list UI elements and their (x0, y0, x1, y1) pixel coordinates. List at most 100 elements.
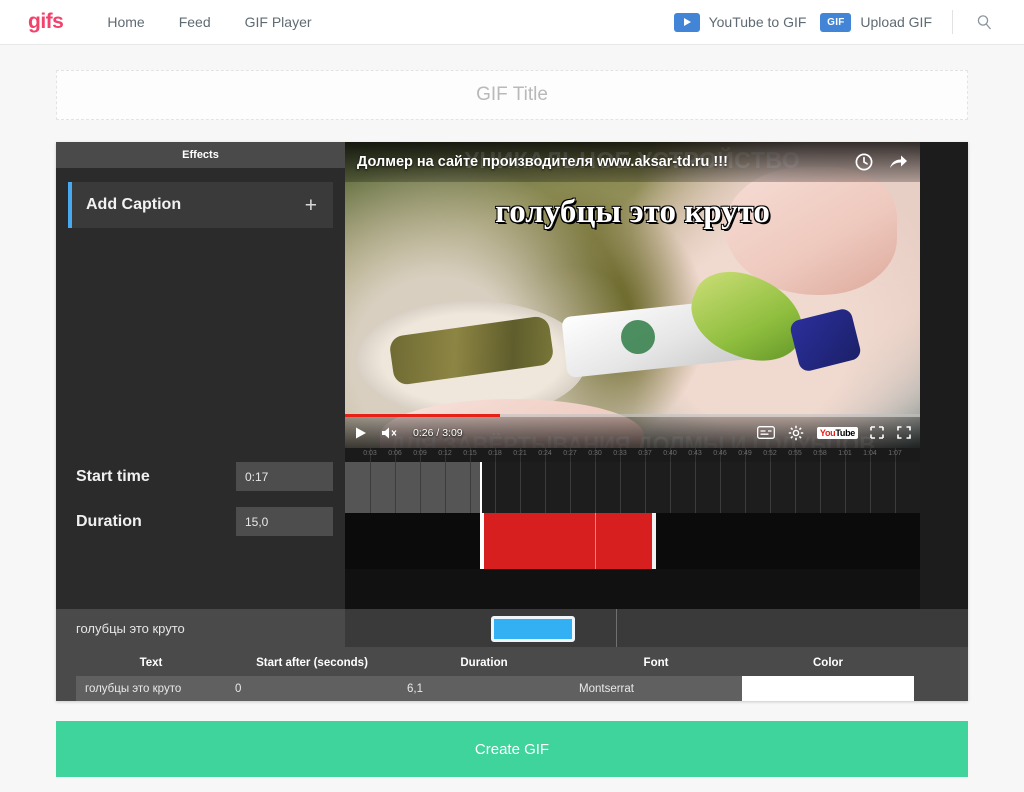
timeline-track-area[interactable]: 0:03 0:06 0:09 0:12 0:15 0:18 0:21 0:24 0:27 0:30… (345, 448, 920, 609)
timeline-grid-line (470, 462, 471, 514)
timeline-ruler: 0:03 0:06 0:09 0:12 0:15 0:18 0:21 0:24 0:27 0:30… (345, 448, 920, 463)
ruler-tick-label: 0:12 (438, 450, 452, 458)
caption-timeline-bar[interactable] (491, 616, 576, 642)
gif-title-input[interactable]: GIF Title (56, 70, 968, 120)
tab-effects[interactable]: Effects (56, 142, 345, 168)
caption-font-select[interactable]: Montserrat (570, 676, 742, 701)
video-overlay-title: Долмер на сайте производителя www.aksar-… (357, 154, 728, 170)
nav-link-gif-player[interactable]: GIF Player (245, 14, 312, 30)
ruler-tick-label: 1:01 (838, 450, 852, 458)
youtube-logo[interactable]: YouTube (816, 426, 858, 439)
nav-right-actions: YouTube to GIF GIF Upload GIF (673, 10, 996, 34)
upload-gif-button[interactable]: GIF Upload GIF (820, 12, 932, 32)
play-icon[interactable] (354, 426, 368, 440)
timeline-grid-line (370, 462, 371, 514)
youtube-logo-tube: Tube (835, 427, 855, 438)
video-controls: 0:26 / 3:09 YouTube (345, 414, 920, 449)
caption-color-swatch[interactable] (742, 676, 914, 701)
theater-mode-icon[interactable] (870, 426, 884, 440)
plus-icon: + (304, 193, 317, 217)
selection-handle-right[interactable] (651, 513, 656, 570)
youtube-logo-you: You (819, 427, 836, 438)
watch-later-icon[interactable] (855, 153, 873, 171)
timeline-grid-line (869, 462, 871, 514)
caption-fields: Text голубцы это круто Start after (seco… (56, 647, 968, 701)
editor-top-section: Effects Add Caption + Долмер на сайте пр… (56, 142, 968, 449)
caption-font-column: Font Montserrat (570, 657, 742, 701)
nav-divider (952, 10, 953, 34)
caption-editor: голубцы это круто ▲ Text голубцы это кру… (56, 609, 968, 701)
ruler-tick-label: 0:21 (513, 450, 527, 458)
ruler-tick-label: 0:33 (613, 450, 627, 458)
effects-list: Add Caption + (56, 168, 345, 448)
caption-start-after-column: Start after (seconds) 0 (226, 657, 398, 701)
ruler-tick-label: 0:15 (463, 450, 477, 458)
timeline-playhead[interactable] (480, 462, 483, 514)
youtube-play-icon (673, 12, 700, 32)
video-player[interactable]: УНИКАЛЬНОЕ УСТРОЙСТВО Долмер на сайте пр… (345, 142, 920, 449)
caption-text-input[interactable]: голубцы это круто (76, 676, 226, 701)
video-title-overlay: Долмер на сайте производителя www.aksar-… (345, 142, 920, 182)
caption-color-header: Color (812, 657, 844, 669)
timeline-track-selection[interactable] (345, 513, 920, 570)
create-gif-button[interactable]: Create GIF (56, 721, 968, 777)
caption-font-header: Font (643, 657, 669, 669)
timeline-grid-line (895, 462, 896, 514)
timeline-inactive-region (345, 462, 481, 514)
ruler-tick-label: 0:18 (488, 450, 502, 458)
caption-timeline-row[interactable] (345, 609, 968, 647)
page-body: GIF Title Effects Add Caption + Долмер н… (0, 70, 1024, 777)
timeline-grid-line (495, 462, 496, 514)
timeline-grid-line (420, 462, 421, 514)
ruler-tick-label: 0:58 (813, 450, 827, 458)
gif-title-placeholder: GIF Title (476, 84, 548, 105)
duration-input[interactable]: 15,0 (236, 507, 333, 537)
timeline-grid-line (645, 462, 646, 514)
video-time-display: 0:26 / 3:09 (413, 426, 463, 439)
timeline-grid-line (670, 462, 671, 514)
caption-header-text: голубцы это круто (76, 620, 185, 636)
timeline-zone: Start time 0:17 Duration 15,0 0:03 0:06 0:… (56, 448, 968, 609)
timeline-grid-line (620, 462, 621, 514)
timeline-secondary-marker (595, 513, 597, 570)
caption-color-column: Color (742, 657, 914, 701)
share-icon[interactable] (889, 153, 908, 171)
fullscreen-icon[interactable] (897, 426, 911, 440)
timeline-grid-line (695, 462, 696, 514)
start-time-field: Start time 0:17 (76, 462, 333, 492)
nav-link-home[interactable]: Home (107, 14, 144, 30)
gear-icon[interactable] (788, 425, 804, 441)
timeline-grid-line (395, 462, 396, 514)
timeline-grid-line (570, 462, 571, 514)
ruler-tick-label: 0:09 (413, 450, 427, 458)
timeline-settings: Start time 0:17 Duration 15,0 (56, 448, 345, 609)
caption-duration-input[interactable]: 6,1 (398, 676, 570, 701)
video-frame-image (345, 142, 920, 449)
timeline-grid-line (595, 462, 596, 514)
timeline-grid-line (445, 462, 446, 514)
brand-logo[interactable]: gifs (28, 10, 64, 34)
youtube-to-gif-button[interactable]: YouTube to GIF (673, 12, 806, 32)
start-time-input[interactable]: 0:17 (236, 462, 333, 492)
nav-link-feed[interactable]: Feed (179, 14, 211, 30)
ruler-tick-label: 1:07 (888, 450, 902, 458)
selection-handle-left[interactable] (480, 513, 485, 570)
caption-header[interactable]: голубцы это круто ▲ (56, 609, 968, 647)
mute-volume-icon[interactable] (381, 426, 400, 440)
gif-editor: Effects Add Caption + Долмер на сайте пр… (56, 142, 968, 701)
caption-start-after-header: Start after (seconds) (256, 657, 368, 669)
selection-range[interactable] (480, 513, 656, 570)
gif-badge-icon: GIF (820, 12, 852, 32)
timeline-grid-line (795, 462, 796, 514)
caption-start-after-input[interactable]: 0 (226, 676, 398, 701)
search-icon[interactable] (973, 11, 996, 34)
ruler-tick-label: 0:06 (388, 450, 402, 458)
caption-duration-header: Duration (460, 657, 508, 669)
ruler-tick-label: 0:30 (588, 450, 602, 458)
subtitles-icon[interactable] (756, 426, 775, 440)
add-caption-button[interactable]: Add Caption + (68, 182, 333, 228)
timeline-grid-line (820, 462, 821, 514)
timeline-track-upper[interactable] (345, 462, 920, 514)
ruler-tick-label: 1:04 (863, 450, 877, 458)
duration-field: Duration 15,0 (76, 507, 333, 537)
